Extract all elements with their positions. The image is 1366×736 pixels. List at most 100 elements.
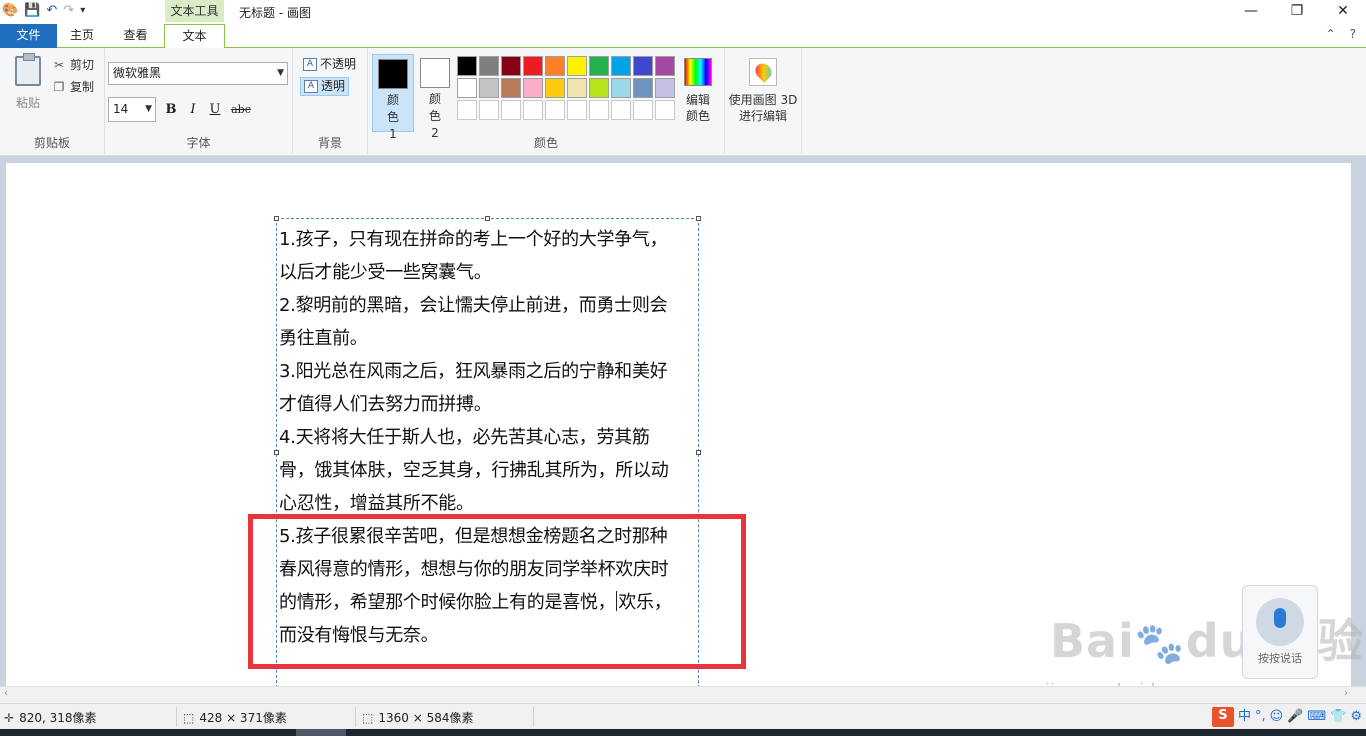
font-size-select[interactable]: 14 ▼: [108, 97, 156, 122]
underline-button[interactable]: U: [206, 101, 224, 119]
microphone-icon: [1256, 598, 1304, 646]
palette-swatch[interactable]: [457, 78, 477, 98]
edit-with-paint3d-button[interactable]: 使用画图 3D 进行编辑: [728, 58, 798, 124]
edit-colors-label: 编辑颜色: [685, 93, 710, 123]
palette-swatch[interactable]: [655, 100, 675, 120]
cut-button[interactable]: ✂ 剪切: [52, 56, 94, 73]
text-line: 3.阳光总在风雨之后，狂风暴雨之后的宁静和美好: [279, 361, 668, 382]
customize-qat-icon[interactable]: ▾: [80, 3, 85, 19]
ime-toolbar: S 中 °, ☺ 🎤 ⌨ 👕 ⚙: [1211, 707, 1362, 727]
text-line: 以后才能少受一些窝囊气。: [279, 262, 492, 283]
close-button[interactable]: ✕: [1320, 0, 1366, 24]
transparent-label: 透明: [321, 79, 346, 93]
resize-handle[interactable]: [485, 216, 490, 221]
scroll-right-icon[interactable]: ›: [1344, 688, 1348, 699]
font-family-select[interactable]: 微软雅黑 ▼: [108, 62, 288, 85]
title-bar: 🎨 💾 ↶ ↷ ▾ 文本工具 无标题 - 画图 — ❐ ✕: [0, 0, 1366, 24]
palette-swatch[interactable]: [589, 78, 609, 98]
collapse-ribbon-icon[interactable]: ⌃: [1326, 27, 1336, 41]
selection-size: ⬚ 428 × 371像素: [183, 709, 287, 726]
paint-app-icon[interactable]: 🎨: [2, 3, 18, 19]
undo-icon[interactable]: ↶: [46, 3, 57, 19]
palette-swatch[interactable]: [457, 100, 477, 120]
palette-swatch[interactable]: [479, 78, 499, 98]
palette-swatch[interactable]: [567, 56, 587, 76]
paste-button[interactable]: 粘贴: [8, 53, 48, 114]
cursor-position-value: 820, 318像素: [19, 711, 97, 725]
emoji-icon[interactable]: ☺: [1270, 708, 1284, 726]
scissors-icon: ✂: [53, 57, 65, 72]
opaque-option[interactable]: A 不透明: [300, 55, 359, 74]
quick-access-toolbar: 🎨 💾 ↶ ↷ ▾: [2, 3, 85, 19]
canvas-size: ⬚ 1360 × 584像素: [362, 709, 473, 726]
tab-file[interactable]: 文件: [0, 24, 57, 48]
copy-button[interactable]: ❐ 复制: [52, 78, 94, 95]
scroll-left-icon[interactable]: ‹: [4, 688, 8, 699]
watermark-brand: Bai: [1050, 614, 1135, 668]
skin-icon[interactable]: 👕: [1330, 708, 1346, 726]
palette-swatch[interactable]: [523, 100, 543, 120]
color-wheel-icon: [684, 58, 712, 86]
punctuation-icon[interactable]: °,: [1255, 708, 1266, 726]
tab-view[interactable]: 查看: [107, 24, 164, 48]
palette-swatch[interactable]: [567, 78, 587, 98]
window-title: 无标题 - 画图: [239, 6, 311, 20]
redo-icon[interactable]: ↷: [63, 3, 74, 19]
cursor-position: ✛ 820, 318像素: [4, 709, 97, 726]
palette-swatch[interactable]: [567, 100, 587, 120]
palette-swatch[interactable]: [633, 100, 653, 120]
microphone-small-icon[interactable]: 🎤: [1287, 708, 1303, 726]
text-line: 4.天将将大任于斯人也，必先苦其心志，劳其筋: [279, 427, 650, 448]
font-group-label: 字体: [186, 136, 211, 150]
palette-swatch[interactable]: [523, 56, 543, 76]
palette-swatch[interactable]: [523, 78, 543, 98]
palette-swatch[interactable]: [633, 56, 653, 76]
help-icon[interactable]: ?: [1350, 27, 1356, 41]
settings-icon[interactable]: ⚙: [1350, 708, 1362, 726]
strikethrough-button[interactable]: abc: [229, 101, 253, 119]
edit-colors-button[interactable]: 编辑颜色: [678, 58, 718, 124]
palette-swatch[interactable]: [545, 100, 565, 120]
minimize-button[interactable]: —: [1228, 0, 1274, 24]
tab-text[interactable]: 文本: [164, 24, 225, 49]
taskbar-app[interactable]: [296, 729, 346, 736]
palette-swatch[interactable]: [611, 78, 631, 98]
text-line: 骨，饿其体肤，空乏其身，行拂乱其所为，所以动: [279, 460, 669, 481]
paw-icon: 🐾: [1134, 621, 1186, 667]
palette-swatch[interactable]: [479, 56, 499, 76]
horizontal-scrollbar[interactable]: ‹ ›: [0, 686, 1366, 703]
palette-swatch[interactable]: [545, 78, 565, 98]
save-icon[interactable]: 💾: [24, 3, 40, 19]
palette-swatch[interactable]: [545, 56, 565, 76]
font-size-value: 14: [113, 102, 129, 116]
palette-swatch[interactable]: [633, 78, 653, 98]
text-line: 才值得人们去努力而拼搏。: [279, 394, 492, 415]
resize-handle[interactable]: [696, 216, 701, 221]
voice-input-widget[interactable]: 按按说话: [1242, 585, 1318, 679]
status-bar: ✛ 820, 318像素 ⬚ 428 × 371像素 ⬚ 1360 × 584像…: [0, 703, 1366, 729]
palette-swatch[interactable]: [457, 56, 477, 76]
keyboard-icon[interactable]: ⌨: [1307, 708, 1326, 726]
maximize-button[interactable]: ❐: [1274, 0, 1320, 24]
cut-label: 剪切: [70, 58, 95, 72]
palette-swatch[interactable]: [655, 56, 675, 76]
palette-swatch[interactable]: [501, 100, 521, 120]
tab-home[interactable]: 主页: [57, 24, 107, 48]
palette-swatch[interactable]: [589, 100, 609, 120]
palette-swatch[interactable]: [611, 100, 631, 120]
italic-button[interactable]: I: [184, 101, 202, 119]
transparent-option[interactable]: A 透明: [300, 77, 350, 96]
palette-swatch[interactable]: [611, 56, 631, 76]
palette-swatch[interactable]: [501, 78, 521, 98]
palette-swatch[interactable]: [479, 100, 499, 120]
text-line: 1.孩子，只有现在拼命的考上一个好的大学争气，: [279, 229, 668, 250]
color2-button[interactable]: 颜色 2: [416, 54, 454, 140]
chinese-mode-icon[interactable]: 中: [1238, 708, 1251, 726]
resize-handle[interactable]: [274, 216, 279, 221]
sogou-logo-icon[interactable]: S: [1211, 707, 1234, 727]
palette-swatch[interactable]: [589, 56, 609, 76]
palette-swatch[interactable]: [501, 56, 521, 76]
bold-button[interactable]: B: [162, 101, 180, 119]
palette-swatch[interactable]: [655, 78, 675, 98]
color1-button[interactable]: 颜色 1: [372, 54, 414, 141]
